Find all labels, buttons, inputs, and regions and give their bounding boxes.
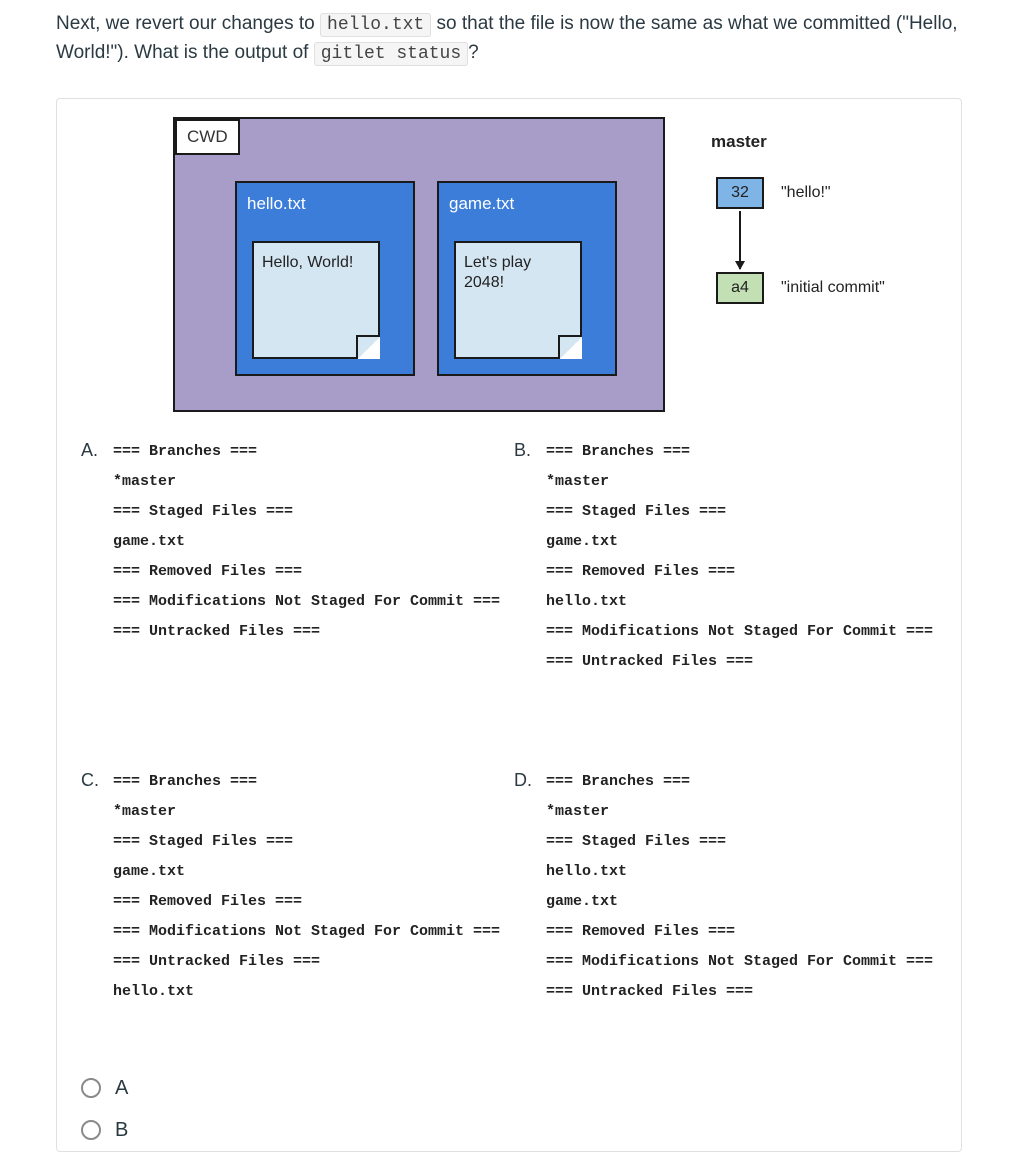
cwd-diagram: CWD hello.txt Hello, World! game.txt Let… — [111, 117, 931, 427]
cwd-box: CWD hello.txt Hello, World! game.txt Let… — [173, 117, 665, 412]
option-b: B. === Branches === *master === Staged F… — [514, 437, 937, 677]
file-hello-name: hello.txt — [247, 191, 403, 217]
file-hello-note: Hello, World! — [252, 241, 380, 359]
question-part1: Next, we revert our changes to — [56, 13, 320, 34]
content-panel: CWD hello.txt Hello, World! game.txt Let… — [56, 98, 962, 1152]
code-hello-txt: hello.txt — [320, 13, 431, 37]
option-c-status: === Branches === *master === Staged File… — [113, 767, 500, 1007]
cwd-label: CWD — [175, 119, 240, 155]
radio-b-label: B — [115, 1115, 128, 1145]
file-game-content: Let's play 2048! — [464, 254, 531, 291]
code-gitlet-status: gitlet status — [314, 42, 468, 66]
commit-a4-message: "initial commit" — [781, 276, 885, 300]
question-text: Next, we revert our changes to hello.txt… — [56, 10, 962, 68]
file-hello-content: Hello, World! — [262, 254, 353, 271]
option-d-status: === Branches === *master === Staged File… — [546, 767, 933, 1007]
branch-master-label: master — [711, 129, 767, 155]
option-a-letter: A. — [81, 437, 101, 677]
option-d: D. === Branches === *master === Staged F… — [514, 767, 937, 1007]
option-b-status: === Branches === *master === Staged File… — [546, 437, 933, 677]
commit-a4-node: a4 — [716, 272, 764, 304]
file-game-name: game.txt — [449, 191, 605, 217]
option-c-letter: C. — [81, 767, 101, 1007]
file-hello: hello.txt Hello, World! — [235, 181, 415, 376]
option-d-letter: D. — [514, 767, 534, 1007]
commit-32-message: "hello!" — [781, 181, 831, 205]
options-grid: A. === Branches === *master === Staged F… — [81, 437, 937, 1007]
page-root: Next, we revert our changes to hello.txt… — [0, 0, 1018, 1152]
file-game: game.txt Let's play 2048! — [437, 181, 617, 376]
radio-list: A B — [81, 1067, 937, 1151]
question-part3: ? — [468, 42, 479, 63]
radio-option-a[interactable]: A — [81, 1067, 937, 1109]
radio-circle-icon — [81, 1120, 101, 1140]
radio-option-b[interactable]: B — [81, 1109, 937, 1151]
option-c: C. === Branches === *master === Staged F… — [81, 767, 504, 1007]
option-b-letter: B. — [514, 437, 534, 677]
radio-a-label: A — [115, 1073, 128, 1103]
radio-circle-icon — [81, 1078, 101, 1098]
option-a: A. === Branches === *master === Staged F… — [81, 437, 504, 677]
option-a-status: === Branches === *master === Staged File… — [113, 437, 500, 677]
commit-arrow-icon — [739, 211, 741, 269]
commit-32-node: 32 — [716, 177, 764, 209]
file-game-note: Let's play 2048! — [454, 241, 582, 359]
